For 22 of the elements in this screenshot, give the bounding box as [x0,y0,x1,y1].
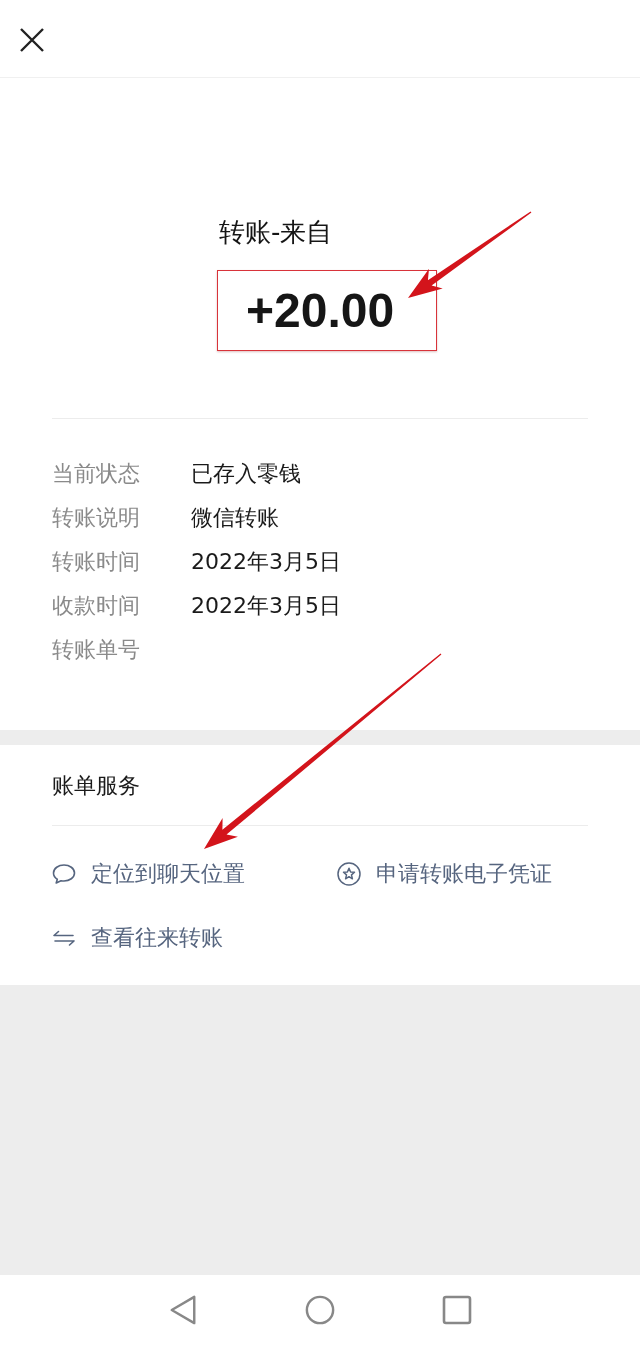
transfer-title: 转账-来自 [219,216,333,249]
detail-value: 微信转账 [191,504,279,532]
chat-bubble-icon [52,862,76,886]
star-circle-icon [337,862,361,886]
section-title: 账单服务 [52,772,140,800]
close-icon [20,27,44,52]
detail-label: 收款时间 [52,592,140,620]
detail-value: 2022年3月5日 [191,592,341,620]
detail-label: 转账时间 [52,548,140,576]
service-link[interactable]: 申请转账电子凭证 [337,852,552,896]
service-link[interactable]: 查看往来转账 [52,916,223,960]
detail-label: 转账说明 [52,504,140,532]
service-link[interactable]: 定位到聊天位置 [52,852,245,896]
amount-text: +20.00 [246,282,395,339]
back-icon[interactable] [168,1295,198,1325]
detail-label: 当前状态 [52,460,140,488]
detail-value: 2022年3月5日 [191,548,341,576]
recent-apps-icon[interactable] [442,1295,472,1325]
detail-value: 已存入零钱 [191,460,301,488]
detail-label: 转账单号 [52,636,140,664]
home-icon[interactable] [305,1295,335,1325]
close-button[interactable] [18,25,46,54]
